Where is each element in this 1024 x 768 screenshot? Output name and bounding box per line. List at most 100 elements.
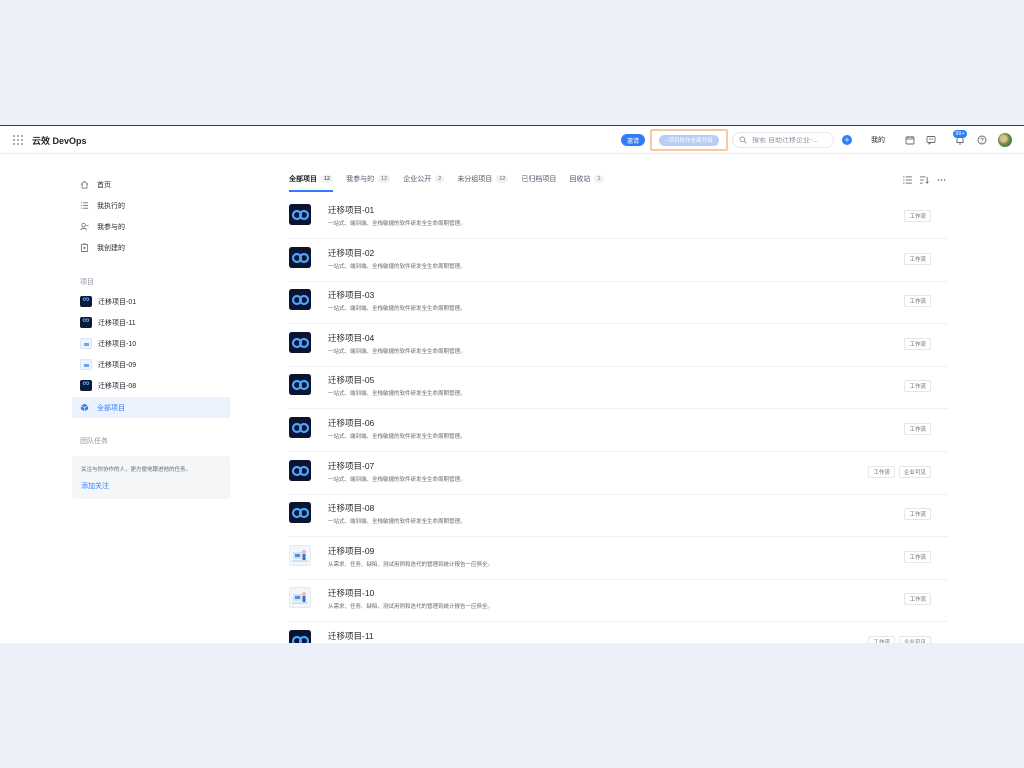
tab-label: 全部项目 xyxy=(289,176,317,183)
home-icon xyxy=(80,180,89,189)
project-row[interactable]: 迁移项目-02 一站式、端到端、全栈敏捷的软件研发全生命周期管理。 工作流 xyxy=(289,239,948,282)
follow-card: 关注与你协作的人，更方便地跟进他的任务。 添加关注 xyxy=(72,456,230,499)
project-tags: 工作流 xyxy=(904,508,931,521)
add-follow-link[interactable]: 添加关注 xyxy=(81,481,109,491)
sidebar-item-label: 迁移项目-01 xyxy=(98,298,137,306)
project-name[interactable]: 迁移项目-02 xyxy=(328,247,374,259)
project-thumbnail xyxy=(289,502,311,524)
project-thumbnail xyxy=(80,338,92,349)
project-thumbnail xyxy=(289,289,311,311)
project-description: 一站式、端到端、全栈敏捷的软件研发全生命周期管理。 xyxy=(328,476,466,483)
tab-label: 回收站 xyxy=(569,176,591,183)
user-avatar[interactable] xyxy=(998,133,1012,147)
project-row[interactable]: 迁移项目-03 一站式、端到端、全栈敏捷的软件研发全生命周期管理。 工作流 xyxy=(289,281,948,325)
project-name[interactable]: 迁移项目-08 xyxy=(328,502,374,514)
project-row[interactable]: 迁移项目-01 一站式、端到端、全栈敏捷的软件研发全生命周期管理。 工作流 xyxy=(289,196,948,239)
sidebar-project-09[interactable]: 迁移项目-09 xyxy=(72,354,230,375)
project-tag: 工作流 xyxy=(868,636,895,643)
project-tag: 工作流 xyxy=(868,465,895,478)
project-row[interactable]: 迁移项目-04 一站式、端到端、全栈敏捷的软件研发全生命周期管理。 工作流 xyxy=(289,324,948,367)
project-thumbnail xyxy=(289,544,311,566)
tab-participated[interactable]: 我参与的 12 xyxy=(346,172,391,186)
project-thumbnail xyxy=(80,359,92,370)
project-thumbnail xyxy=(289,459,311,481)
sidebar-item-label: 迁移项目-11 xyxy=(98,319,136,327)
sidebar-project-08[interactable]: 迁移项目-08 xyxy=(72,375,230,396)
tab-ungrouped[interactable]: 未分组项目 12 xyxy=(457,172,509,186)
project-name[interactable]: 迁移项目-06 xyxy=(328,417,374,429)
create-plus-button[interactable]: + xyxy=(842,135,852,145)
tab-all-projects[interactable]: 全部项目 12 xyxy=(289,172,334,192)
sort-icon[interactable] xyxy=(920,176,929,184)
app-window: 云效 DevOps 邀请 › 项目协作全面升级 + 我的 99+ 首页 我执行的… xyxy=(0,125,1024,643)
more-icon[interactable] xyxy=(937,176,946,184)
sidebar-item-participated[interactable]: 我参与的 xyxy=(72,216,230,237)
tab-count: 12 xyxy=(378,175,391,183)
project-description: 一站式、端到端、全栈敏捷的软件研发全生命周期管理。 xyxy=(328,434,466,440)
project-tag: 工作流 xyxy=(904,337,931,350)
search-input[interactable] xyxy=(752,136,832,144)
help-icon[interactable] xyxy=(977,135,987,145)
project-thumbnail xyxy=(289,417,311,438)
project-name[interactable]: 迁移项目-07 xyxy=(328,460,374,472)
project-name[interactable]: 迁移项目-05 xyxy=(328,374,374,386)
project-row[interactable]: 迁移项目-05 一站式、端到端、全栈敏捷的软件研发全生命周期管理。 工作流 xyxy=(289,366,948,410)
invite-button[interactable]: 邀请 xyxy=(621,134,645,146)
calendar-icon[interactable] xyxy=(905,135,915,145)
mine-menu[interactable]: 我的 xyxy=(871,135,885,145)
upgrade-highlight: › 项目协作全面升级 xyxy=(650,129,728,151)
app-grid-icon[interactable] xyxy=(13,135,23,145)
tab-label: 我参与的 xyxy=(346,176,375,183)
project-tags: 工作流 xyxy=(904,210,931,222)
project-description: 一站式、端到端、全栈敏捷的软件研发全生命周期管理。 xyxy=(328,348,466,355)
project-row[interactable]: 迁移项目-07 一站式、端到端、全栈敏捷的软件研发全生命周期管理。 工作流 企业可见 xyxy=(289,452,948,495)
project-tags: 工作流 xyxy=(904,423,931,435)
project-description: 一站式、端到端、全栈敏捷的软件研发全生命周期管理。 xyxy=(328,263,466,270)
project-row[interactable]: 迁移项目-11 工作流 企业可见 xyxy=(289,622,948,643)
project-tags: 工作流 企业可见 xyxy=(868,636,931,643)
project-tabs: 全部项目 12 我参与的 12 企业公开 2 未分组项目 12 已归档项目 回收… xyxy=(289,172,617,192)
sidebar-item-label: 我参与的 xyxy=(97,223,125,231)
sidebar-item-created[interactable]: 我创建的 xyxy=(72,237,230,258)
project-name[interactable]: 迁移项目-01 xyxy=(328,204,374,216)
notification-badge: 99+ xyxy=(953,130,967,138)
project-row[interactable]: 迁移项目-08 一站式、端到端、全栈敏捷的软件研发全生命周期管理。 工作流 xyxy=(289,494,948,538)
project-description: 从需求、任务、缺陷、测试用例和迭代的管理到统计报告一应俱全。 xyxy=(328,604,494,611)
project-thumbnail xyxy=(289,246,311,268)
tab-archived[interactable]: 已归档项目 xyxy=(521,172,556,186)
search-box[interactable] xyxy=(732,132,834,148)
project-name[interactable]: 迁移项目-04 xyxy=(328,332,374,344)
project-name[interactable]: 迁移项目-09 xyxy=(328,545,374,557)
list-view-icon[interactable] xyxy=(903,176,912,184)
sidebar-item-assigned[interactable]: 我执行的 xyxy=(72,195,230,216)
tab-recycle-bin[interactable]: 回收站 1 xyxy=(569,172,604,186)
project-row[interactable]: 迁移项目-10 从需求、任务、缺陷、测试用例和迭代的管理到统计报告一应俱全。 工作流 xyxy=(289,579,948,623)
sidebar-project-01[interactable]: 迁移项目-01 xyxy=(72,291,230,312)
project-tags: 工作流 xyxy=(904,593,931,606)
project-tag: 工作流 xyxy=(904,423,931,435)
tab-label: 未分组项目 xyxy=(457,176,493,183)
tab-count: 1 xyxy=(594,175,604,183)
tab-count: 2 xyxy=(435,175,445,183)
projects-section-title: 项目 xyxy=(80,279,94,286)
list-icon xyxy=(80,202,89,209)
project-name[interactable]: 迁移项目-10 xyxy=(328,587,374,599)
brand-logo-text[interactable]: 云效 DevOps xyxy=(32,134,87,147)
tab-enterprise-public[interactable]: 企业公开 2 xyxy=(403,172,445,186)
project-tags: 工作流 xyxy=(904,295,931,308)
message-icon[interactable] xyxy=(926,135,936,145)
project-name[interactable]: 迁移项目-11 xyxy=(328,630,374,642)
project-row[interactable]: 迁移项目-06 一站式、端到端、全栈敏捷的软件研发全生命周期管理。 工作流 xyxy=(289,409,948,452)
project-description: 一站式、端到端、全栈敏捷的软件研发全生命周期管理。 xyxy=(328,221,466,227)
sidebar-project-10[interactable]: 迁移项目-10 xyxy=(72,333,230,354)
upgrade-banner-button[interactable]: › 项目协作全面升级 xyxy=(659,134,719,146)
project-thumbnail xyxy=(289,204,311,225)
sidebar-project-11[interactable]: 迁移项目-11 xyxy=(72,312,230,333)
sidebar-item-all-projects[interactable]: 全部项目 xyxy=(72,397,230,418)
project-tag: 工作流 xyxy=(904,593,931,606)
project-thumbnail xyxy=(289,587,311,609)
project-name[interactable]: 迁移项目-03 xyxy=(328,289,374,301)
sidebar-item-home[interactable]: 首页 xyxy=(72,174,230,195)
sidebar-item-label: 全部项目 xyxy=(97,404,125,412)
project-row[interactable]: 迁移项目-09 从需求、任务、缺陷、测试用例和迭代的管理到统计报告一应俱全。 工作流 xyxy=(289,537,948,580)
